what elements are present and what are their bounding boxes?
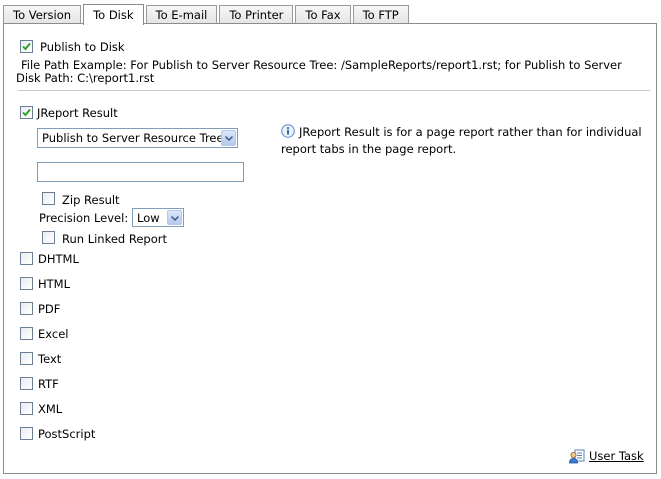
file-path-example-line1: File Path Example: For Publish to Server… bbox=[21, 58, 622, 72]
checkmark-icon bbox=[22, 42, 31, 51]
schedule-publish-dialog: To Version To Disk To E-mail To Printer … bbox=[0, 0, 661, 479]
excel-checkbox[interactable] bbox=[20, 327, 33, 340]
chevron-down-icon[interactable] bbox=[221, 130, 236, 146]
text-checkbox[interactable] bbox=[20, 352, 33, 365]
rtf-label: RTF bbox=[38, 377, 59, 391]
publish-to-disk-label: Publish to Disk bbox=[40, 40, 125, 54]
precision-level-value: Low bbox=[137, 211, 160, 225]
html-checkbox[interactable] bbox=[20, 277, 33, 290]
publish-to-disk-checkbox[interactable] bbox=[20, 40, 33, 53]
jreport-result-checkbox[interactable] bbox=[20, 106, 33, 119]
chevron-down-icon[interactable] bbox=[167, 210, 182, 225]
zip-result-label: Zip Result bbox=[62, 193, 120, 207]
zip-result-checkbox[interactable] bbox=[42, 192, 55, 205]
run-linked-report-checkbox[interactable] bbox=[42, 231, 55, 244]
html-label: HTML bbox=[38, 277, 71, 291]
checkmark-icon bbox=[22, 108, 31, 117]
text-label: Text bbox=[38, 352, 62, 366]
tab-to-fax[interactable]: To Fax bbox=[295, 5, 351, 24]
pdf-checkbox[interactable] bbox=[20, 302, 33, 315]
tab-to-printer[interactable]: To Printer bbox=[219, 5, 294, 24]
postscript-checkbox[interactable] bbox=[20, 427, 33, 440]
excel-label: Excel bbox=[38, 327, 69, 341]
jreport-info-line1: JReport Result is for a page report rath… bbox=[299, 125, 642, 139]
info-icon bbox=[281, 124, 295, 138]
destination-select[interactable]: Publish to Server Resource Tree bbox=[37, 128, 238, 148]
tab-bar: To Version To Disk To E-mail To Printer … bbox=[3, 3, 411, 25]
tab-to-email[interactable]: To E-mail bbox=[145, 5, 218, 24]
file-path-example-line2: Disk Path: C:\report1.rst bbox=[16, 71, 155, 85]
xml-label: XML bbox=[38, 402, 63, 416]
user-task-link[interactable]: User Task bbox=[589, 449, 644, 463]
tab-to-disk[interactable]: To Disk bbox=[83, 4, 144, 25]
user-task-icon[interactable] bbox=[569, 448, 585, 464]
resource-path-input[interactable] bbox=[37, 162, 244, 182]
destination-select-value: Publish to Server Resource Tree bbox=[42, 131, 224, 145]
jreport-info-line2: report tabs in the page report. bbox=[281, 142, 457, 156]
rtf-checkbox[interactable] bbox=[20, 377, 33, 390]
tab-to-version[interactable]: To Version bbox=[3, 5, 82, 24]
dhtml-label: DHTML bbox=[38, 252, 79, 266]
pdf-label: PDF bbox=[38, 302, 61, 316]
postscript-label: PostScript bbox=[38, 427, 96, 441]
tab-to-ftp[interactable]: To FTP bbox=[352, 5, 409, 24]
xml-checkbox[interactable] bbox=[20, 402, 33, 415]
precision-level-select[interactable]: Low bbox=[132, 208, 184, 227]
to-disk-panel: Publish to Disk File Path Example: For P… bbox=[3, 23, 657, 474]
jreport-result-label: JReport Result bbox=[37, 106, 118, 120]
section-divider bbox=[18, 90, 650, 91]
dhtml-checkbox[interactable] bbox=[20, 252, 33, 265]
run-linked-report-label: Run Linked Report bbox=[62, 232, 167, 246]
precision-level-label: Precision Level: bbox=[39, 211, 129, 225]
